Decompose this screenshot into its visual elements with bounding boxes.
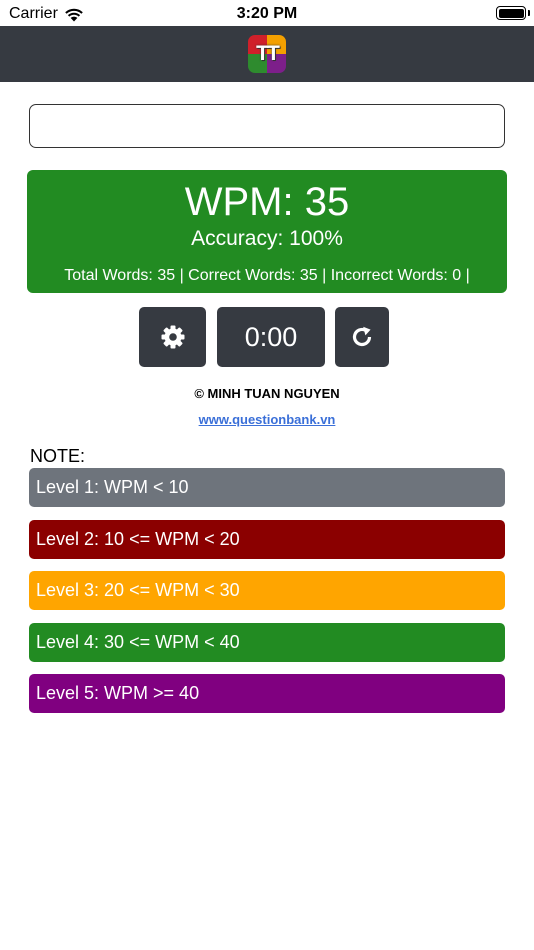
app-logo: TT	[248, 35, 286, 73]
note-title: NOTE:	[30, 446, 86, 466]
level-3-item: Level 3: 20 <= WPM < 30	[29, 571, 505, 610]
copyright-credit: © MINH TUAN NGUYEN	[194, 386, 340, 401]
timer-value: 0:00	[244, 321, 298, 352]
level-5-item: Level 5: WPM >= 40	[29, 674, 505, 713]
stats-panel: WPM: 35 Accuracy: 100% Total Words: 35 |…	[27, 170, 507, 293]
level-2-label: Level 2: 10 <= WPM < 20	[36, 529, 240, 549]
level-2-item: Level 2: 10 <= WPM < 20	[29, 520, 505, 559]
gear-icon	[161, 325, 184, 349]
battery-icon	[496, 6, 526, 20]
typing-input[interactable]	[29, 104, 505, 148]
status-bar: Carrier 3:20 PM	[0, 0, 534, 26]
level-5-label: Level 5: WPM >= 40	[36, 683, 200, 703]
level-1-label: Level 1: WPM < 10	[36, 477, 189, 497]
level-4-label: Level 4: 30 <= WPM < 40	[36, 632, 240, 652]
reset-button[interactable]	[335, 307, 389, 367]
wpm-value: WPM: 35	[184, 180, 350, 224]
battery-tip	[528, 10, 530, 16]
word-counts: Total Words: 35 | Correct Words: 35 | In…	[64, 267, 470, 284]
logo-text: TT	[256, 42, 280, 65]
navigation-bar: TT	[0, 26, 534, 82]
level-4-item: Level 4: 30 <= WPM < 40	[29, 623, 505, 662]
level-3-label: Level 3: 20 <= WPM < 30	[36, 580, 240, 600]
website-link[interactable]: www.questionbank.vn	[0, 412, 534, 427]
status-time: 3:20 PM	[236, 5, 298, 22]
settings-button[interactable]	[139, 307, 206, 367]
refresh-icon	[352, 326, 372, 347]
timer-display[interactable]: 0:00	[217, 307, 325, 367]
level-1-item: Level 1: WPM < 10	[29, 468, 505, 507]
accuracy-value: Accuracy: 100%	[191, 227, 343, 250]
